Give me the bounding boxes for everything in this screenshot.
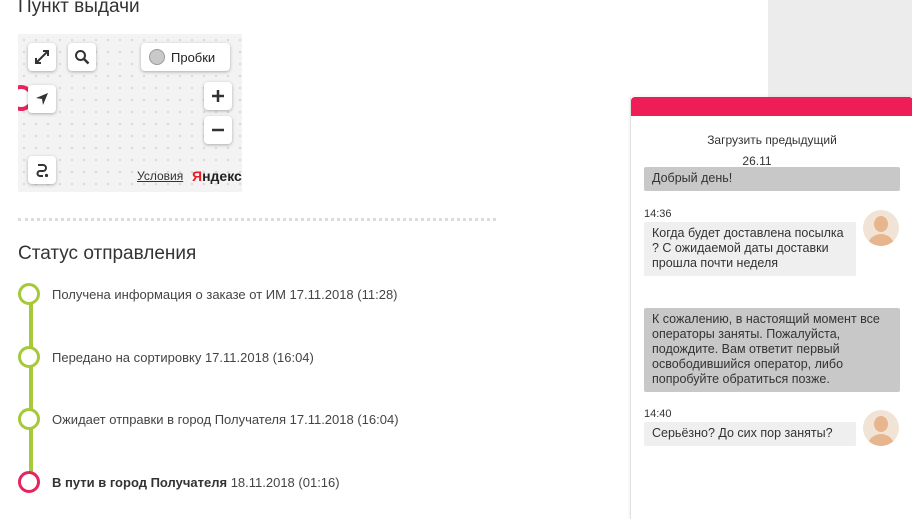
status-step-text: В пути в город Получателя 18.11.2018 (01… [52, 475, 340, 490]
zoom-in-icon [212, 90, 224, 102]
timeline-line [29, 300, 33, 480]
map-search-button[interactable] [68, 43, 96, 71]
search-icon [75, 50, 90, 65]
status-step-bold: В пути в город Получателя [52, 474, 228, 490]
zoom-in-button[interactable] [204, 82, 232, 110]
traffic-label: Пробки [171, 49, 216, 65]
zoom-out-icon [212, 128, 224, 132]
expand-map-button[interactable] [28, 43, 56, 71]
pickup-map[interactable]: Пробки Условия Яндекс [18, 34, 242, 192]
locate-me-button[interactable] [28, 85, 56, 113]
chat-header[interactable] [631, 97, 912, 116]
status-step-circle [18, 283, 40, 305]
chat-widget: Загрузить предыдущий 26.11 Добрый день! … [630, 97, 912, 519]
status-step-circle [18, 346, 40, 368]
chat-message-user: Когда будет доставлена посылка ? С ожида… [644, 222, 856, 276]
map-terms-link[interactable]: Условия [137, 169, 183, 183]
zoom-out-button[interactable] [204, 116, 232, 144]
status-step-circle [18, 408, 40, 430]
status-step-current: В пути в город Получателя 18.11.2018 (01… [18, 469, 340, 495]
route-icon [36, 164, 49, 178]
chat-date: 26.11 [742, 154, 772, 168]
status-step: Передано на сортировку 17.11.2018 (16:04… [18, 344, 314, 370]
chat-message-user: Серьёзно? До сих пор заняты? [644, 422, 856, 446]
locate-icon [36, 93, 48, 105]
avatar-head [874, 416, 888, 432]
avatar-body [867, 434, 895, 446]
status-step-date: 18.11.2018 (01:16) [227, 474, 340, 490]
status-step: Ожидает отправки в город Получателя 17.1… [18, 406, 399, 432]
user-avatar [863, 210, 899, 246]
chat-message-time: 14:40 [644, 408, 672, 420]
route-button[interactable] [28, 156, 56, 184]
status-step-text: Передано на сортировку 17.11.2018 (16:04… [52, 349, 314, 365]
chat-message-operator: Добрый день! [644, 167, 900, 191]
status-title: Статус отправления [18, 243, 197, 264]
status-step-text: Ожидает отправки в город Получателя 17.1… [52, 411, 399, 427]
status-step: Получена информация о заказе от ИМ 17.11… [18, 281, 398, 307]
section-divider [18, 218, 496, 221]
chat-message-operator: К сожалению, в настоящий момент все опер… [644, 308, 900, 392]
expand-icon [35, 50, 49, 64]
traffic-button[interactable]: Пробки [141, 43, 230, 71]
user-avatar [863, 410, 899, 446]
avatar-body [867, 234, 895, 246]
yandex-logo[interactable]: Яндекс [192, 168, 242, 184]
avatar-head [874, 216, 888, 232]
pickup-title: Пункт выдачи [18, 0, 140, 17]
status-step-circle-current [18, 471, 40, 493]
load-previous-link[interactable]: Загрузить предыдущий [631, 133, 912, 147]
chat-message-time: 14:36 [644, 208, 672, 220]
status-step-text: Получена информация о заказе от ИМ 17.11… [52, 286, 398, 302]
traffic-icon [149, 49, 165, 65]
